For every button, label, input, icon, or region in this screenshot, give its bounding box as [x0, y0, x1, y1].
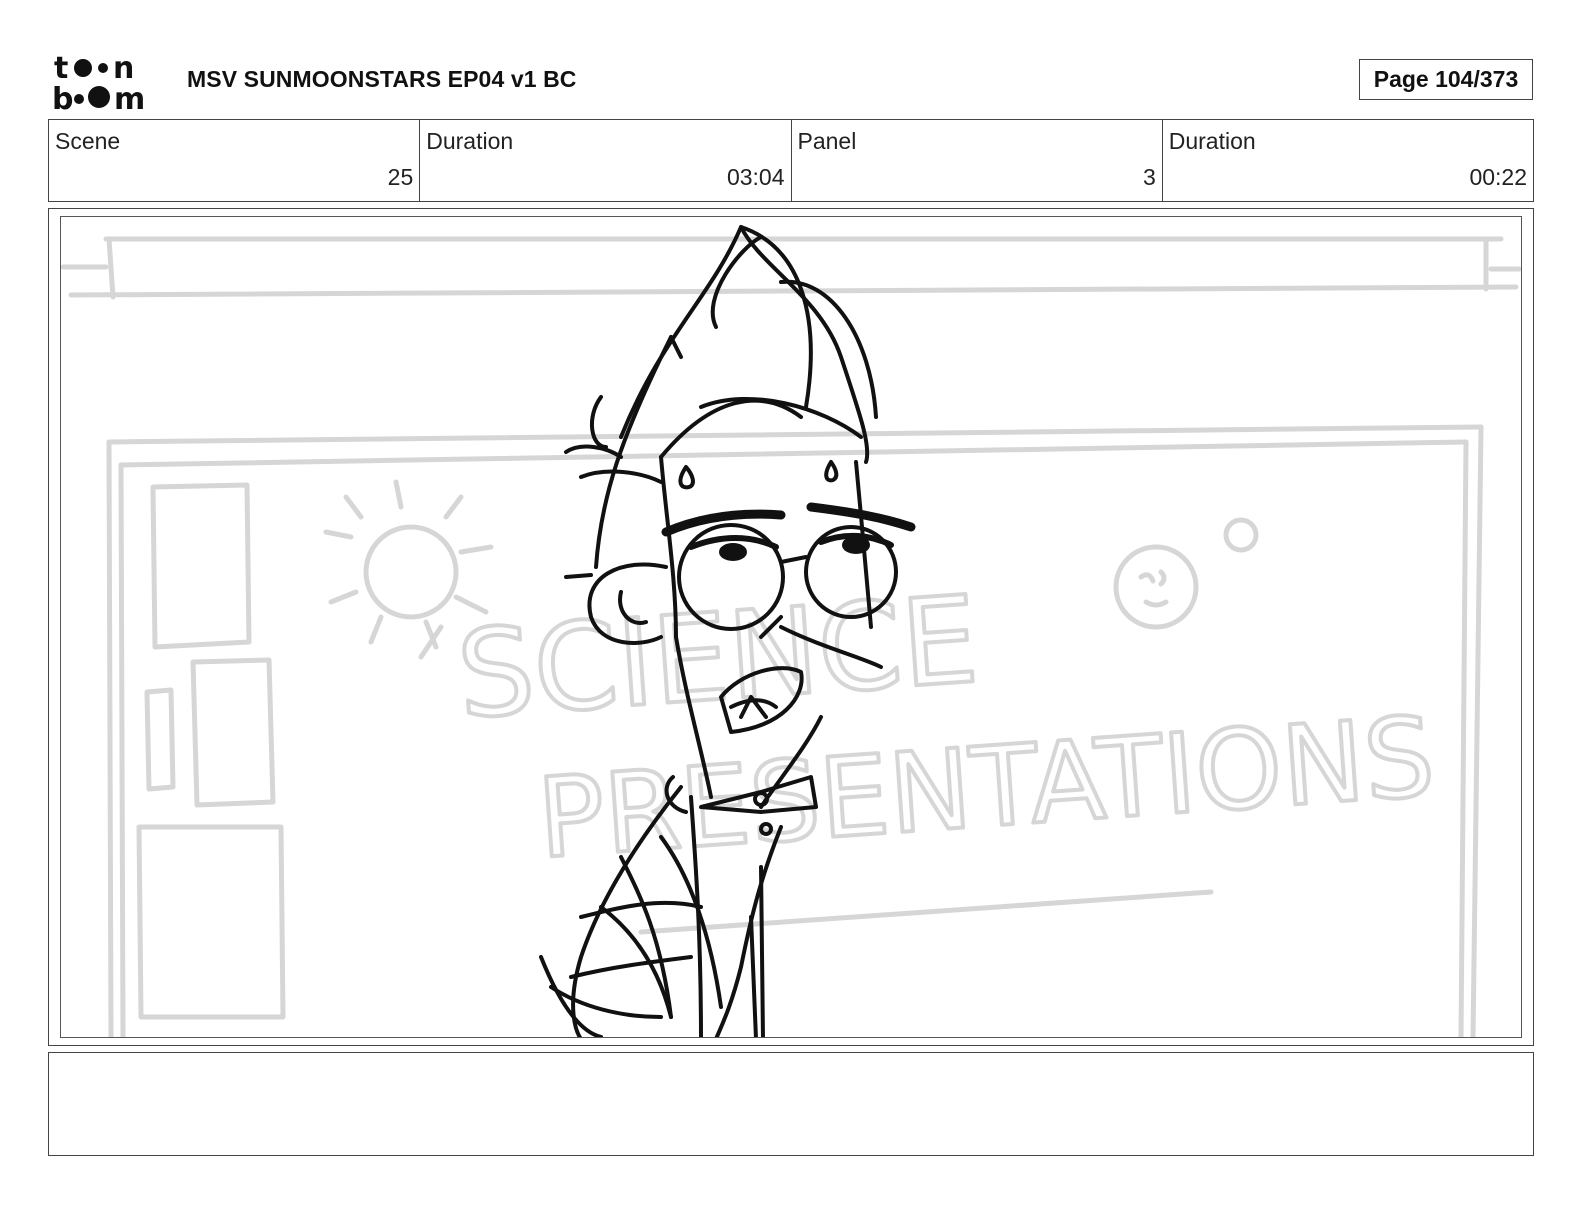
storyboard-panel-frame: SCIENCE PRESENTATIONS: [48, 208, 1534, 1046]
page-indicator: Page 104/373: [1359, 59, 1533, 100]
panel-value: 3: [1142, 164, 1156, 190]
scene-value: 25: [387, 164, 414, 190]
scene-duration-value: 03:04: [726, 164, 785, 190]
scene-label: Scene: [55, 128, 121, 154]
panel-cell: Panel 3: [792, 120, 1163, 201]
storyboard-panel: SCIENCE PRESENTATIONS: [60, 216, 1522, 1038]
toon-boom-logo: t n b m: [52, 52, 145, 112]
scene-duration-cell: Duration 03:04: [420, 120, 792, 201]
svg-text:m: m: [114, 82, 145, 112]
panel-duration-cell: Duration 00:22: [1163, 120, 1533, 201]
panel-duration-label: Duration: [1168, 128, 1256, 154]
svg-text:b: b: [52, 82, 73, 112]
panel-label: Panel: [797, 128, 857, 154]
scene-info-table: Scene 25 Duration 03:04 Panel 3 Duration…: [48, 119, 1534, 202]
svg-text:n: n: [113, 52, 134, 86]
board-text-science: SCIENCE: [453, 571, 982, 746]
svg-text:t: t: [54, 52, 68, 86]
panel-notes-box[interactable]: [48, 1052, 1534, 1156]
panel-duration-value: 00:22: [1469, 164, 1527, 190]
document-title: MSV SUNMOONSTARS EP04 v1 BC: [187, 66, 577, 92]
panel-sketch: SCIENCE PRESENTATIONS: [61, 225, 1521, 1037]
scene-cell: Scene 25: [49, 120, 421, 201]
scene-duration-label: Duration: [426, 128, 514, 154]
